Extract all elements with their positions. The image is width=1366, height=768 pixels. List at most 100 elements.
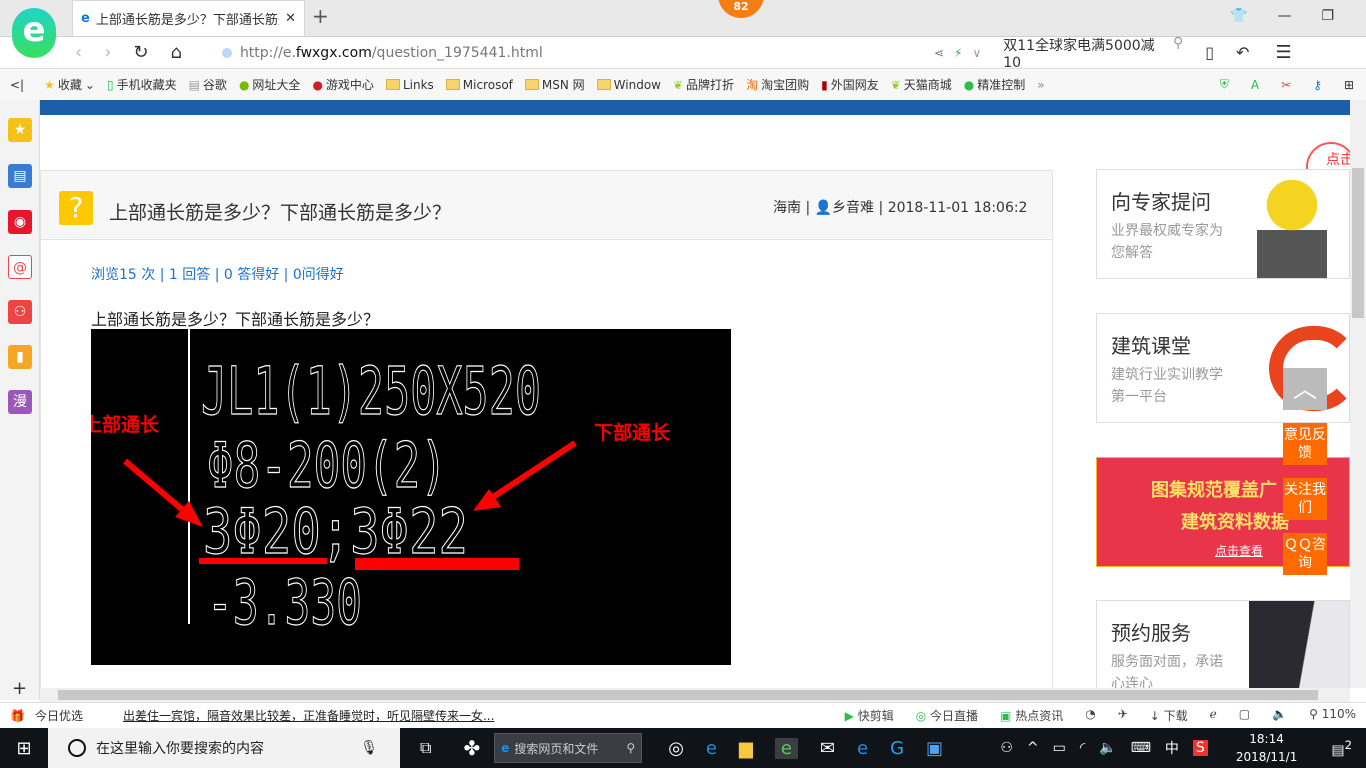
tab-active[interactable]: e 上部通长筋是多少？下部通长筋是多少？ ✕ <box>72 0 305 36</box>
start-button[interactable]: ⊞ <box>0 738 48 759</box>
explorer-icon[interactable]: ▆ <box>739 738 753 759</box>
bookmark-item[interactable]: ★ 收藏 ⌄ <box>44 76 95 93</box>
new-tab-button[interactable]: + <box>312 4 329 28</box>
question-meta: 海南 | 👤乡音难 | 2018-11-01 18:06:2 <box>773 200 1028 216</box>
bookmark-item[interactable]: 淘淘宝团购 <box>746 76 809 93</box>
clock[interactable]: 18:14 2018/11/1 <box>1236 730 1298 766</box>
browser-taskbar-icon[interactable]: e <box>774 737 798 759</box>
qq-button[interactable]: ＱＱ咨询 <box>1283 533 1327 575</box>
score-badge[interactable]: 82 <box>718 0 764 18</box>
volume-icon[interactable]: 🔈 <box>1272 707 1287 724</box>
bookmark-item[interactable]: ● 精准控制 <box>964 76 1026 93</box>
key-icon[interactable]: ⚷ <box>1313 78 1322 92</box>
bookmark-item[interactable]: ▤ 谷歌 <box>189 76 227 93</box>
bookmark-item[interactable]: ● 游戏中心 <box>312 76 374 93</box>
bookmark-item[interactable]: Microsof <box>445 78 513 92</box>
pin-icon[interactable]: ✈ <box>1118 707 1128 724</box>
bookmark-item[interactable]: ❦ 品牌打折 <box>673 76 734 93</box>
globe-icon <box>221 47 232 58</box>
wifi-icon[interactable]: ◜ <box>1080 740 1085 756</box>
question-header: ? 上部通长筋是多少？下部通长筋是多少？ 海南 | 👤乡音难 | 2018-11… <box>40 170 1053 240</box>
more-bookmarks-icon[interactable]: » <box>1037 78 1044 92</box>
browser-search-box[interactable]: e 搜索网页和文件 ⚲ <box>494 733 643 763</box>
bookmark-item[interactable]: ● 网址大全 <box>239 76 301 93</box>
search-field[interactable]: 双11全球家电满5000减10 ⚲ <box>1003 35 1183 71</box>
window-icon[interactable]: ▢ <box>1239 707 1250 724</box>
status-item[interactable]: ▣ 热点资讯 <box>1000 707 1063 724</box>
menu-icon[interactable]: ☰ <box>1275 42 1291 63</box>
search-icon[interactable]: ⚲ <box>1173 35 1183 71</box>
appointment-card[interactable]: 预约服务 服务面对面，承诺心连心 <box>1096 600 1350 690</box>
weibo-icon[interactable]: ◉ <box>8 210 32 234</box>
skin-icon[interactable]: 👕 <box>1230 8 1247 24</box>
home-icon[interactable]: ⌂ <box>171 42 182 63</box>
translate-icon[interactable]: A <box>1251 78 1259 92</box>
ie-taskbar-icon[interactable]: e <box>706 738 717 759</box>
book-icon[interactable]: ▮ <box>8 345 32 369</box>
mail-taskbar-icon[interactable]: ✉ <box>820 738 835 759</box>
bookmark-item[interactable]: ▮ 外国网友 <box>821 76 879 93</box>
favorites-icon[interactable]: ★ <box>8 118 32 142</box>
page-title: 上部通长筋是多少？下部通长筋是多少？ <box>109 202 452 224</box>
taskbar-search[interactable]: 在这里输入你要搜索的内容 🎙 <box>48 728 400 768</box>
ime-indicator[interactable]: 中 <box>1165 738 1179 758</box>
forward-icon[interactable]: › <box>104 42 111 63</box>
question-text: 上部通长筋是多少？下部通长筋是多少？ <box>91 310 380 329</box>
ie-mode-icon[interactable]: ℯ <box>1210 707 1217 724</box>
comic-icon[interactable]: 漫 <box>8 390 32 414</box>
fan-app-icon[interactable]: ✤ <box>463 736 480 760</box>
add-icon[interactable]: + <box>12 678 27 699</box>
back-icon[interactable]: ‹ <box>75 42 82 63</box>
volume-tray-icon[interactable]: 🔈 <box>1099 740 1116 756</box>
vertical-scrollbar[interactable] <box>1350 100 1366 688</box>
edge-icon[interactable]: e <box>857 738 868 759</box>
bookmark-item[interactable]: Links <box>385 78 434 92</box>
speed-icon[interactable]: ◔ <box>1085 707 1095 724</box>
close-tab-icon[interactable]: ✕ <box>285 11 296 26</box>
left-sidebar: ★ ▤ ◉ @ ⚇ ▮ 漫 + <box>0 100 40 700</box>
ask-expert-card[interactable]: 向专家提问 业界最权威专家为您解答 <box>1096 169 1350 279</box>
feedback-button[interactable]: 意见反馈 <box>1283 423 1327 465</box>
g-app-icon[interactable]: G <box>890 738 904 759</box>
share-icon[interactable]: ⋖ <box>934 46 944 60</box>
bolt-icon[interactable]: ⚡ <box>954 46 962 60</box>
bookmark-item[interactable]: Window <box>596 78 661 92</box>
reader-icon[interactable]: ▣ <box>926 738 943 759</box>
game-icon[interactable]: ⚇ <box>8 300 32 324</box>
bookmark-item[interactable]: ▯ 手机收藏夹 <box>107 76 177 93</box>
bookmark-item[interactable]: ❦ 天猫商城 <box>891 76 952 93</box>
apps-icon[interactable]: ⊞ <box>1344 78 1354 92</box>
people-icon[interactable]: ⚇ <box>1000 740 1013 756</box>
task-view-icon[interactable]: ⧉ <box>420 738 431 758</box>
status-item[interactable]: ↓ 下载 <box>1150 707 1188 724</box>
keyboard-icon[interactable]: ⌨ <box>1131 740 1151 756</box>
drawing-line-2: Φ8-200(2) <box>207 429 447 502</box>
news-ticker[interactable]: 出差住一宾馆，隔音效果比较差，正准备睡觉时，听见隔壁传来一女... <box>123 707 494 724</box>
horizontal-scrollbar[interactable] <box>40 688 1350 702</box>
browser-logo[interactable]: e <box>12 8 56 58</box>
battery-icon[interactable]: ▭ <box>1053 740 1066 756</box>
back-to-top-button[interactable]: ︿ <box>1283 368 1327 410</box>
zoom-level[interactable]: ⚲ 110% <box>1309 707 1356 724</box>
status-item[interactable]: ◎ 今日直播 <box>916 707 978 724</box>
follow-button[interactable]: 关注我们 <box>1283 478 1327 520</box>
tray-up-icon[interactable]: ^ <box>1027 740 1039 756</box>
status-item[interactable]: ▶ 快剪辑 <box>845 707 894 724</box>
gift-icon: 🎁 <box>10 708 25 723</box>
url-field[interactable]: http://e.fwxgx.com/question_1975441.html <box>221 45 922 61</box>
chevron-down-icon[interactable]: ∨ <box>972 46 981 60</box>
undo-icon[interactable]: ↶ <box>1236 43 1249 62</box>
news-icon[interactable]: ▤ <box>8 164 32 188</box>
shield-icon[interactable]: ⛨ <box>1220 77 1229 92</box>
restore-button[interactable]: ❐ <box>1321 8 1334 24</box>
mail-icon[interactable]: @ <box>8 255 32 279</box>
bookmark-item[interactable]: MSN 网 <box>524 76 585 93</box>
app-icon[interactable]: ◎ <box>668 738 684 759</box>
collapse-icon[interactable]: <| <box>10 78 24 92</box>
refresh-icon[interactable]: ↻ <box>133 42 148 63</box>
mobile-icon[interactable]: ▯ <box>1205 43 1214 62</box>
scissors-icon[interactable]: ✂ <box>1281 78 1291 92</box>
notification-icon[interactable]: ▤2 <box>1331 738 1352 759</box>
sogou-icon[interactable]: S <box>1192 740 1208 756</box>
minimize-button[interactable]: — <box>1277 8 1291 24</box>
